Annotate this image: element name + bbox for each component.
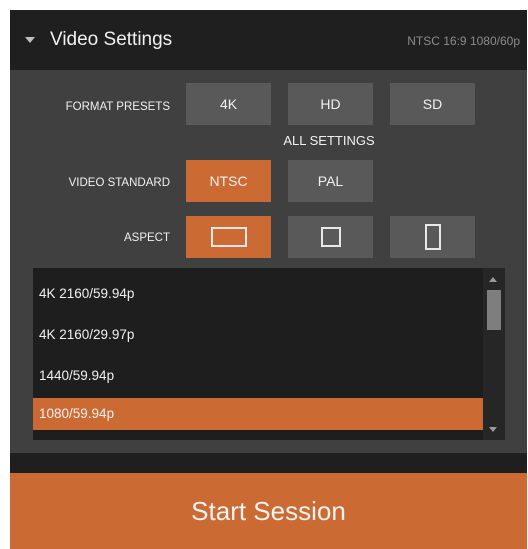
panel-header[interactable]: Video Settings NTSC 16:9 1080/60p bbox=[10, 10, 527, 70]
pal-button[interactable]: PAL bbox=[288, 160, 373, 202]
resolution-list[interactable]: 4K 2160/59.94p 4K 2160/29.97p 1440/59.94… bbox=[33, 268, 505, 440]
aspect-widescreen-button[interactable] bbox=[186, 216, 271, 258]
portrait-icon bbox=[424, 224, 441, 250]
square-icon bbox=[320, 227, 341, 247]
aspect-label: ASPECT bbox=[123, 232, 170, 244]
scroll-thumb[interactable] bbox=[487, 290, 501, 330]
panel-title: Video Settings bbox=[50, 29, 173, 50]
widescreen-icon bbox=[210, 227, 247, 247]
list-scrollbar[interactable] bbox=[483, 268, 505, 440]
preset-4k-button[interactable]: 4K bbox=[186, 83, 271, 125]
preset-hd-button[interactable]: HD bbox=[288, 83, 373, 125]
preset-sd-button[interactable]: SD bbox=[390, 83, 475, 125]
scroll-up-arrow-icon[interactable] bbox=[489, 277, 497, 282]
format-presets-label: FORMAT PRESETS bbox=[65, 101, 170, 113]
scroll-down-arrow-icon[interactable] bbox=[489, 427, 497, 432]
ntsc-button[interactable]: NTSC bbox=[186, 160, 271, 202]
list-item[interactable]: 4K 2160/29.97p bbox=[33, 319, 483, 351]
start-session-button[interactable]: Start Session bbox=[10, 473, 527, 549]
video-standard-label: VIDEO STANDARD bbox=[68, 177, 170, 189]
panel-footer-divider bbox=[10, 453, 527, 473]
list-item-selected[interactable]: 1080/59.94p bbox=[33, 398, 483, 430]
all-settings-heading: ALL SETTINGS bbox=[283, 133, 375, 148]
collapse-caret-icon[interactable] bbox=[25, 37, 35, 43]
list-item[interactable]: 1440/59.94p bbox=[33, 360, 483, 392]
video-settings-panel: Video Settings NTSC 16:9 1080/60p FORMAT… bbox=[10, 10, 527, 549]
aspect-square-button[interactable] bbox=[288, 216, 373, 258]
format-status: NTSC 16:9 1080/60p bbox=[407, 34, 520, 48]
aspect-portrait-button[interactable] bbox=[390, 216, 475, 258]
list-item[interactable]: 4K 2160/59.94p bbox=[33, 278, 483, 310]
